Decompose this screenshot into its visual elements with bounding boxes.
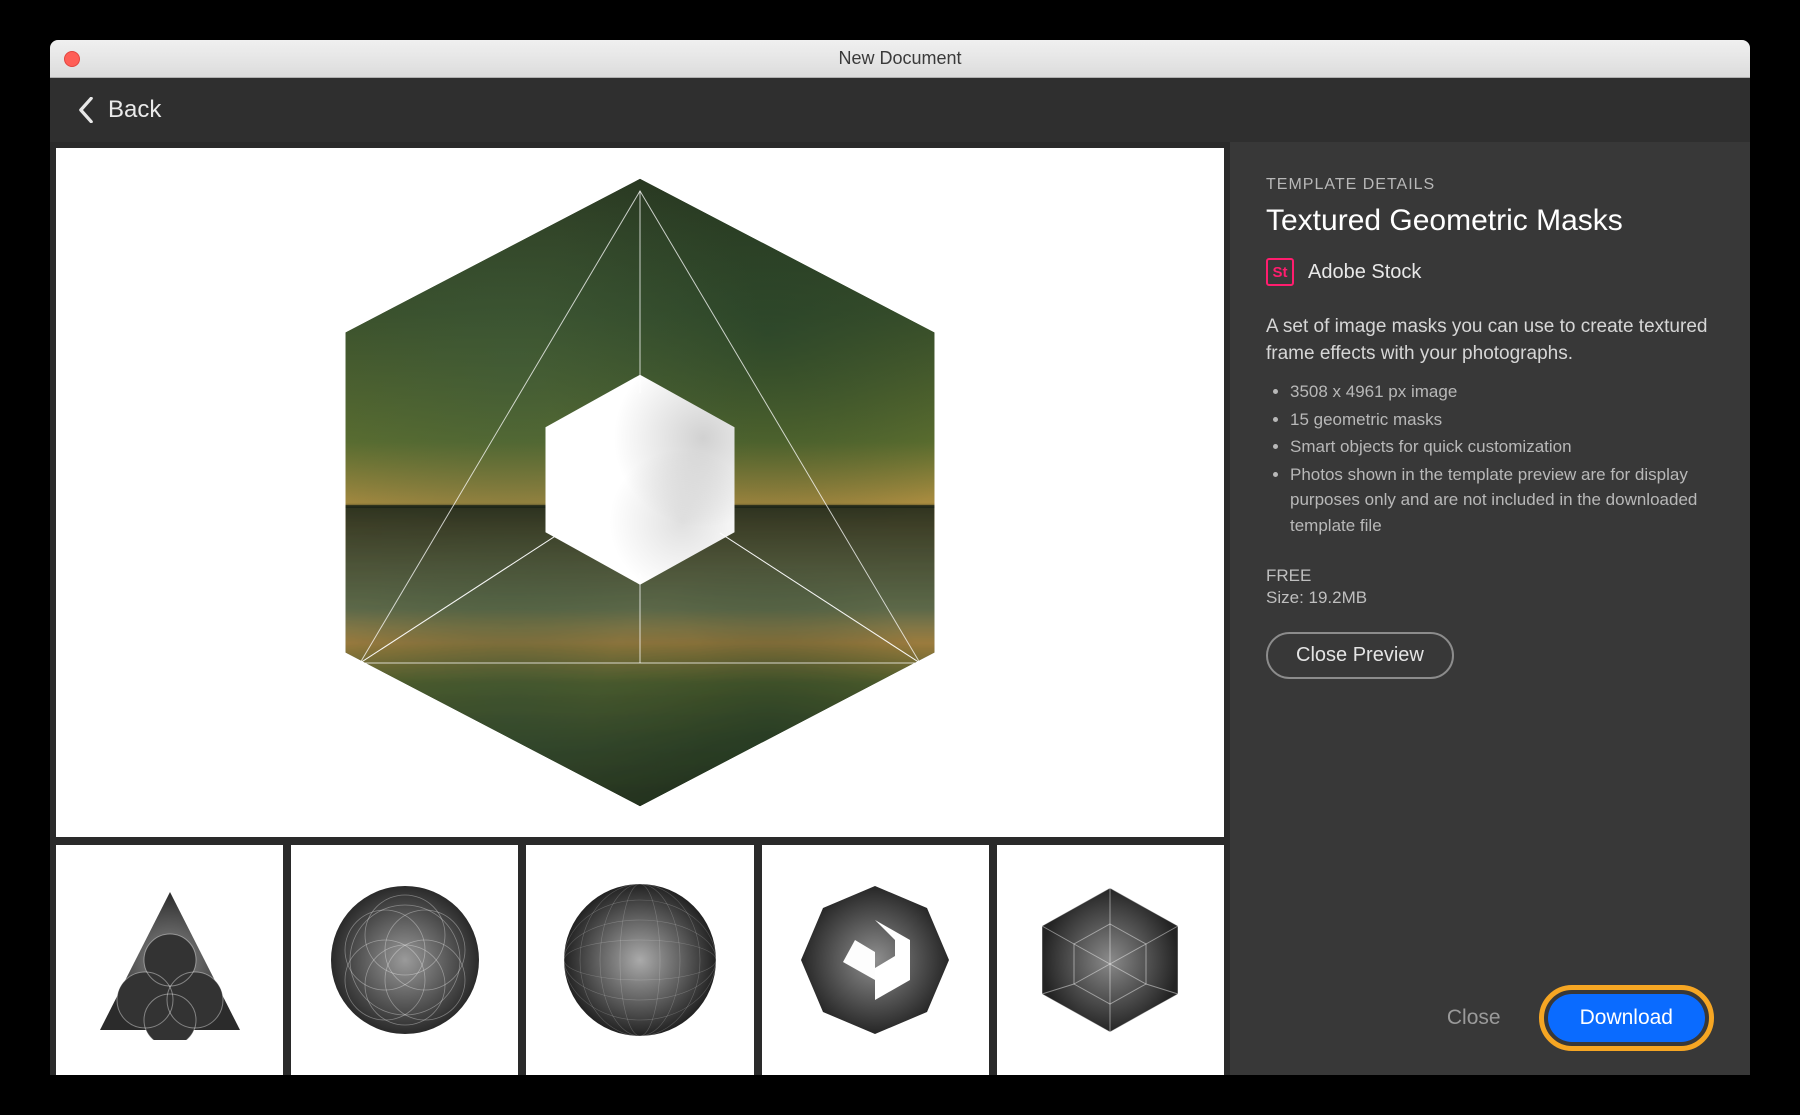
close-button[interactable]: Close [1419,994,1529,1042]
template-title: Textured Geometric Masks [1266,204,1714,238]
chevron-left-icon [78,97,94,123]
adobe-stock-icon: St [1266,258,1294,286]
download-button[interactable]: Download [1548,994,1705,1042]
titlebar: New Document [50,40,1750,78]
footer-buttons: Close Download [1266,965,1714,1051]
toolbar: Back [50,78,1750,142]
thumbnail-1[interactable] [56,845,283,1075]
feature-item: 3508 x 4961 px image [1290,379,1714,405]
close-window-icon[interactable] [64,51,80,67]
back-label: Back [108,96,161,124]
thumbnail-2[interactable] [291,845,518,1075]
details-panel: TEMPLATE DETAILS Textured Geometric Mask… [1230,142,1750,1075]
feature-list: 3508 x 4961 px image 15 geometric masks … [1266,379,1714,540]
size-label: Size: 19.2MB [1266,588,1714,608]
window-title: New Document [50,48,1750,69]
details-heading: TEMPLATE DETAILS [1266,176,1714,194]
preview-panel [50,142,1230,1075]
template-description: A set of image masks you can use to crea… [1266,314,1714,367]
new-document-window: New Document Back [50,40,1750,1075]
price-label: FREE [1266,566,1714,586]
thumbnail-3[interactable] [526,845,753,1075]
back-button[interactable]: Back [78,96,161,124]
download-highlight: Download [1539,985,1714,1051]
thumbnail-5[interactable] [997,845,1224,1075]
source-name: Adobe Stock [1308,261,1421,284]
close-preview-button[interactable]: Close Preview [1266,632,1454,679]
feature-item: Smart objects for quick customization [1290,434,1714,460]
source-row[interactable]: St Adobe Stock [1266,258,1714,286]
thumbnail-strip [56,845,1224,1075]
feature-item: Photos shown in the template preview are… [1290,462,1714,539]
preview-main-image [56,148,1224,837]
thumbnail-4[interactable] [762,845,989,1075]
feature-item: 15 geometric masks [1290,407,1714,433]
